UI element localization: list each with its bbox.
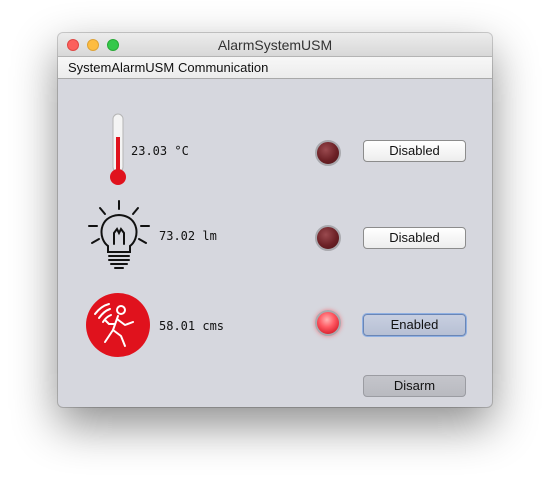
app-window: AlarmSystemUSM SystemAlarmUSM Communicat… (58, 33, 492, 407)
motion-toggle-button[interactable]: Enabled (363, 314, 466, 336)
window-title: AlarmSystemUSM (217, 37, 333, 53)
menu-communication[interactable]: Communication (178, 60, 268, 75)
light-status-led (315, 225, 341, 251)
temperature-value: 23.03 °C (131, 144, 189, 158)
motion-sensor-icon (86, 293, 150, 357)
temperature-toggle-button[interactable]: Disabled (363, 140, 466, 162)
temperature-status-led (315, 140, 341, 166)
light-value: 73.02 lm (159, 229, 217, 243)
title-bar[interactable]: AlarmSystemUSM (58, 33, 492, 57)
disarm-button[interactable]: Disarm (363, 375, 466, 397)
menu-systemalarmusm[interactable]: SystemAlarmUSM (68, 60, 174, 75)
light-bulb-icon (88, 200, 150, 269)
motion-status-led (315, 310, 341, 336)
motion-value: 58.01 cms (159, 319, 225, 333)
menu-bar: SystemAlarmUSM Communication (58, 57, 492, 79)
light-toggle-button[interactable]: Disabled (363, 227, 466, 249)
thermometer-icon (110, 113, 126, 185)
